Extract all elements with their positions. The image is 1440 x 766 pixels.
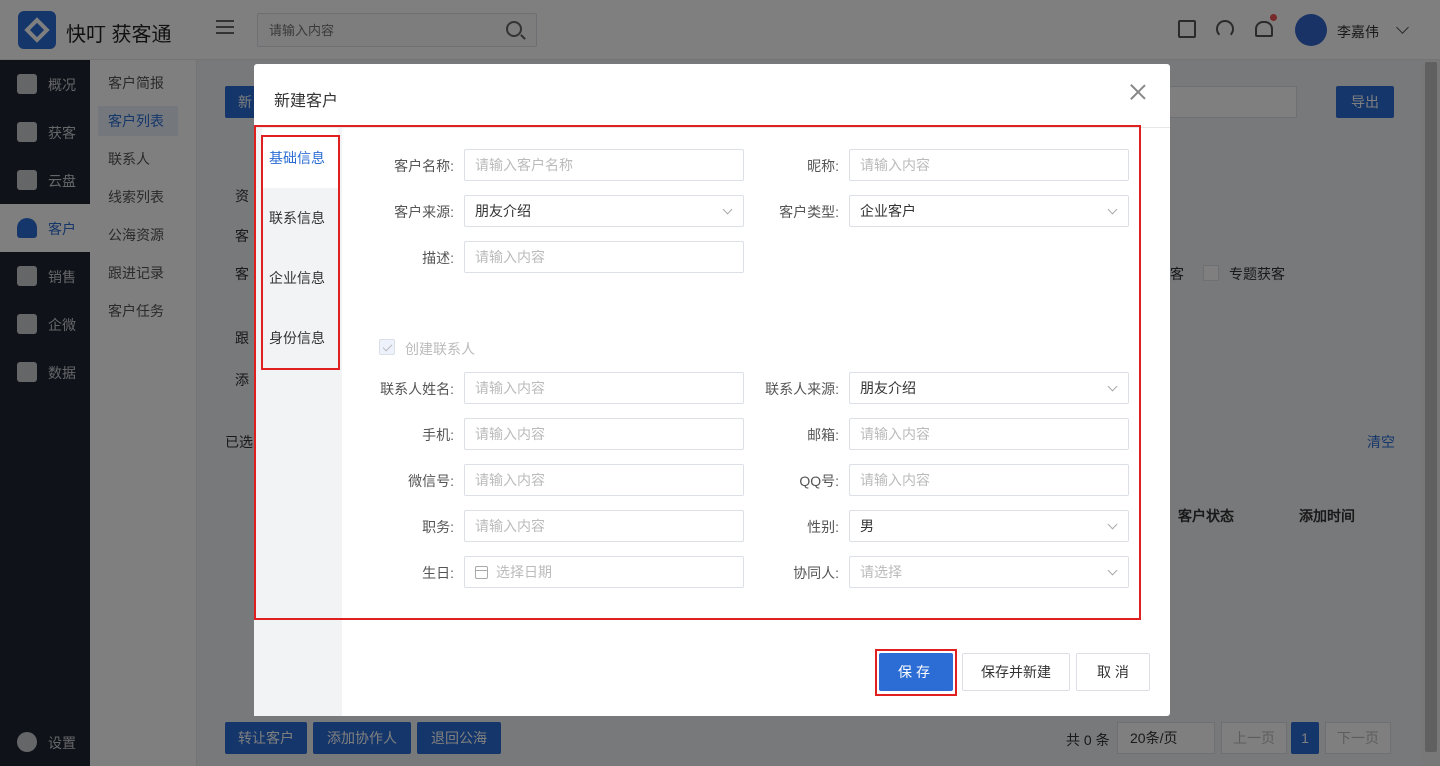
tab-basic-info[interactable]: 基础信息 bbox=[262, 128, 338, 188]
description-input[interactable] bbox=[475, 249, 725, 265]
position-input[interactable] bbox=[475, 518, 725, 534]
mobile-field bbox=[464, 418, 744, 450]
position-label: 职务: bbox=[422, 519, 454, 535]
tab-company-info[interactable]: 企业信息 bbox=[262, 248, 338, 308]
create-contact-checkbox[interactable] bbox=[379, 339, 395, 355]
customer-type-value: 企业客户 bbox=[860, 203, 916, 219]
wechat-input[interactable] bbox=[475, 472, 725, 488]
gender-label: 性别: bbox=[807, 519, 839, 535]
mobile-input[interactable] bbox=[475, 426, 725, 442]
nickname-label: 昵称: bbox=[807, 158, 839, 174]
mobile-label: 手机: bbox=[422, 427, 454, 443]
position-field bbox=[464, 510, 744, 542]
customer-source-value: 朋友介绍 bbox=[475, 203, 531, 219]
save-and-new-button[interactable]: 保存并新建 bbox=[962, 653, 1070, 691]
customer-name-label: 客户名称: bbox=[394, 158, 454, 174]
divider bbox=[254, 127, 1170, 128]
email-label: 邮箱: bbox=[807, 427, 839, 443]
contact-name-input[interactable] bbox=[475, 380, 725, 396]
dialog-title: 新建客户 bbox=[274, 93, 339, 110]
contact-name-field bbox=[464, 372, 744, 404]
chevron-down-icon bbox=[1107, 381, 1118, 392]
description-label: 描述: bbox=[422, 250, 454, 266]
customer-type-select[interactable]: 企业客户 bbox=[849, 195, 1129, 227]
nickname-input[interactable] bbox=[860, 157, 1110, 173]
customer-name-input[interactable] bbox=[475, 157, 725, 173]
contact-source-label: 联系人来源: bbox=[765, 381, 839, 397]
wechat-field bbox=[464, 464, 744, 496]
save-button[interactable]: 保存 bbox=[879, 653, 953, 691]
create-contact-label: 创建联系人 bbox=[405, 341, 475, 357]
contact-source-select[interactable]: 朋友介绍 bbox=[849, 372, 1129, 404]
new-customer-dialog: 新建客户 基础信息 联系信息 企业信息 身份信息 客户名称: 昵称: 客户来源:… bbox=[254, 64, 1170, 716]
qq-label: QQ号: bbox=[799, 473, 839, 489]
collaborator-select[interactable]: 请选择 bbox=[849, 556, 1129, 588]
chevron-down-icon bbox=[1107, 565, 1118, 576]
chevron-down-icon bbox=[1107, 204, 1118, 215]
collaborator-placeholder: 请选择 bbox=[860, 564, 902, 580]
birthday-label: 生日: bbox=[422, 565, 454, 581]
wechat-label: 微信号: bbox=[408, 473, 454, 489]
tab-contact-info[interactable]: 联系信息 bbox=[262, 188, 338, 248]
close-icon[interactable] bbox=[1128, 82, 1148, 102]
email-field bbox=[849, 418, 1129, 450]
nickname-field bbox=[849, 149, 1129, 181]
customer-name-field bbox=[464, 149, 744, 181]
chevron-down-icon bbox=[1107, 519, 1118, 530]
gender-select[interactable]: 男 bbox=[849, 510, 1129, 542]
cancel-button[interactable]: 取 消 bbox=[1076, 653, 1150, 691]
customer-source-label: 客户来源: bbox=[394, 204, 454, 220]
customer-type-label: 客户类型: bbox=[779, 204, 839, 220]
tab-identity-info[interactable]: 身份信息 bbox=[262, 308, 338, 368]
birthday-placeholder: 选择日期 bbox=[496, 564, 552, 580]
calendar-icon bbox=[475, 566, 488, 579]
description-field bbox=[464, 241, 744, 273]
contact-source-value: 朋友介绍 bbox=[860, 380, 916, 396]
qq-input[interactable] bbox=[860, 472, 1110, 488]
email-input[interactable] bbox=[860, 426, 1110, 442]
contact-name-label: 联系人姓名: bbox=[380, 381, 454, 397]
collaborator-label: 协同人: bbox=[793, 565, 839, 581]
qq-field bbox=[849, 464, 1129, 496]
birthday-datepicker[interactable]: 选择日期 bbox=[464, 556, 744, 588]
dialog-tab-list: 基础信息 联系信息 企业信息 身份信息 bbox=[254, 128, 342, 716]
gender-value: 男 bbox=[860, 518, 874, 534]
customer-source-select[interactable]: 朋友介绍 bbox=[464, 195, 744, 227]
